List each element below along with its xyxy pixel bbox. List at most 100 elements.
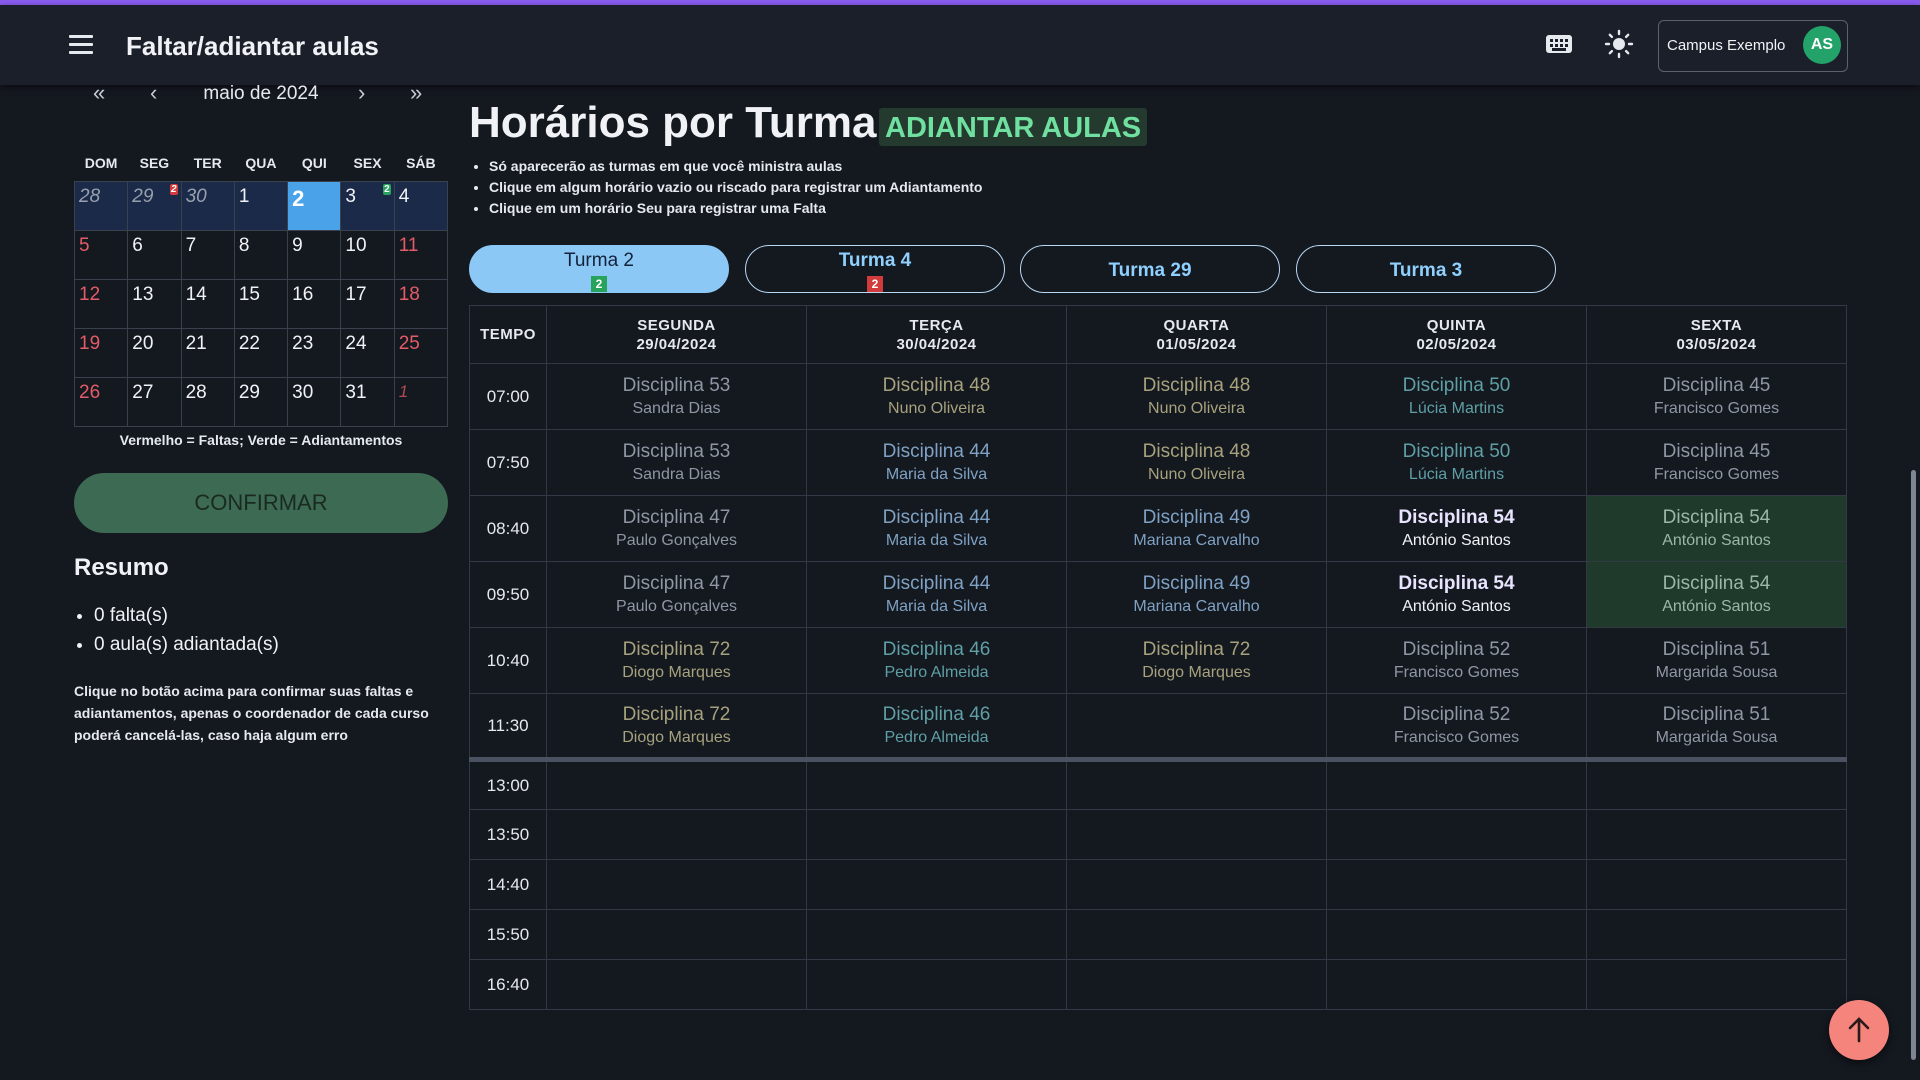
advanced-class-slot[interactable]: Disciplina 54 António Santos [1586, 495, 1847, 562]
calendar-day[interactable]: 30 [287, 377, 342, 427]
tab-turma-4[interactable]: Turma 4 2 [745, 245, 1005, 293]
empty-slot[interactable] [1586, 757, 1847, 810]
calendar-day[interactable]: 9 [287, 230, 342, 280]
empty-slot[interactable] [1586, 909, 1847, 960]
calendar-day[interactable]: 30 [180, 181, 235, 231]
empty-slot[interactable] [1586, 809, 1847, 860]
class-slot[interactable]: Disciplina 47 Paulo Gonçalves [546, 495, 807, 562]
empty-slot[interactable] [806, 959, 1067, 1010]
class-slot[interactable]: Disciplina 48 Nuno Oliveira [1066, 429, 1327, 496]
tab-turma-3[interactable]: Turma 3 [1296, 245, 1556, 293]
class-slot[interactable]: Disciplina 52 Francisco Gomes [1326, 627, 1587, 694]
class-slot[interactable]: Disciplina 50 Lúcia Martins [1326, 363, 1587, 430]
empty-slot[interactable] [1586, 959, 1847, 1010]
class-slot[interactable]: Disciplina 45 Francisco Gomes [1586, 429, 1847, 496]
class-slot[interactable]: Disciplina 52 Francisco Gomes [1326, 693, 1587, 760]
calendar-day[interactable]: 6 [127, 230, 182, 280]
calendar-day[interactable]: 11 [393, 230, 449, 280]
class-slot[interactable]: Disciplina 51 Margarida Sousa [1586, 693, 1847, 760]
calendar-day[interactable]: 20 [127, 328, 182, 378]
class-slot[interactable]: Disciplina 44 Maria da Silva [806, 495, 1067, 562]
calendar-day[interactable]: 1 [393, 377, 449, 427]
tab-turma-29[interactable]: Turma 29 [1020, 245, 1280, 293]
class-slot[interactable]: Disciplina 72 Diogo Marques [546, 627, 807, 694]
class-slot[interactable]: Disciplina 49 Mariana Carvalho [1066, 495, 1327, 562]
empty-slot[interactable] [546, 909, 807, 960]
calendar-day[interactable]: 14 [180, 279, 235, 329]
empty-slot[interactable] [546, 757, 807, 810]
class-slot[interactable]: Disciplina 51 Margarida Sousa [1586, 627, 1847, 694]
calendar-day[interactable]: 7 [180, 230, 235, 280]
class-slot[interactable]: Disciplina 48 Nuno Oliveira [806, 363, 1067, 430]
avatar[interactable]: AS [1803, 26, 1841, 64]
theme-sun-icon[interactable] [1604, 29, 1634, 59]
empty-slot[interactable] [806, 909, 1067, 960]
class-slot[interactable]: Disciplina 53 Sandra Dias [546, 363, 807, 430]
calendar-day[interactable]: 12 [73, 279, 129, 329]
calendar-day[interactable]: 8 [233, 230, 289, 280]
calendar-day[interactable]: 32 [340, 181, 395, 231]
keyboard-icon[interactable] [1546, 35, 1572, 53]
next-year-icon[interactable]: » [410, 80, 422, 106]
tab-turma-2[interactable]: Turma 2 2 [469, 245, 729, 293]
advanced-class-slot[interactable]: Disciplina 54 António Santos [1586, 561, 1847, 628]
empty-slot[interactable] [546, 859, 807, 910]
empty-slot[interactable] [1066, 859, 1327, 910]
class-slot[interactable]: Disciplina 53 Sandra Dias [546, 429, 807, 496]
calendar-day[interactable]: 29 2 [127, 181, 182, 231]
empty-slot[interactable] [1066, 959, 1327, 1010]
empty-slot[interactable] [1586, 859, 1847, 910]
own-class-slot[interactable]: Disciplina 54 António Santos [1326, 561, 1587, 628]
class-slot[interactable]: Disciplina 46 Pedro Almeida [806, 693, 1067, 760]
calendar-day[interactable]: 19 [73, 328, 129, 378]
calendar-day[interactable]: 26 [73, 377, 129, 427]
empty-slot[interactable] [806, 859, 1067, 910]
calendar-day[interactable]: 24 [340, 328, 395, 378]
calendar-day[interactable]: 4 [393, 181, 449, 231]
class-slot[interactable]: Disciplina 44 Maria da Silva [806, 561, 1067, 628]
class-slot[interactable]: Disciplina 72 Diogo Marques [1066, 627, 1327, 694]
calendar-day[interactable]: 23 [287, 328, 342, 378]
empty-slot[interactable] [546, 809, 807, 860]
class-slot[interactable]: Disciplina 50 Lúcia Martins [1326, 429, 1587, 496]
empty-slot[interactable] [806, 757, 1067, 810]
campus-selector[interactable]: Campus Exemplo AS [1658, 20, 1848, 72]
empty-slot[interactable] [1326, 959, 1587, 1010]
empty-slot[interactable] [1066, 757, 1327, 810]
empty-slot[interactable] [1066, 909, 1327, 960]
class-slot[interactable]: Disciplina 72 Diogo Marques [546, 693, 807, 760]
calendar-day-today[interactable]: 2 [287, 181, 342, 231]
empty-slot[interactable] [1066, 809, 1327, 860]
class-slot[interactable]: Disciplina 47 Paulo Gonçalves [546, 561, 807, 628]
class-slot[interactable]: Disciplina 44 Maria da Silva [806, 429, 1067, 496]
next-month-icon[interactable]: › [358, 80, 365, 106]
calendar-day[interactable]: 15 [233, 279, 289, 329]
calendar-day[interactable]: 28 [73, 181, 129, 231]
calendar-day[interactable]: 25 [393, 328, 449, 378]
calendar-day[interactable]: 28 [180, 377, 235, 427]
class-slot[interactable]: Disciplina 46 Pedro Almeida [806, 627, 1067, 694]
empty-slot[interactable] [546, 959, 807, 1010]
empty-slot[interactable] [1326, 909, 1587, 960]
calendar-day[interactable]: 21 [180, 328, 235, 378]
empty-slot[interactable] [1066, 693, 1327, 760]
calendar-day[interactable]: 10 [340, 230, 395, 280]
calendar-day[interactable]: 29 [233, 377, 289, 427]
empty-slot[interactable] [806, 809, 1067, 860]
empty-slot[interactable] [1326, 757, 1587, 810]
calendar-day[interactable]: 27 [127, 377, 182, 427]
hamburger-menu-icon[interactable] [69, 35, 93, 55]
class-slot[interactable]: Disciplina 49 Mariana Carvalho [1066, 561, 1327, 628]
calendar-day[interactable]: 13 [127, 279, 182, 329]
empty-slot[interactable] [1326, 809, 1587, 860]
empty-slot[interactable] [1326, 859, 1587, 910]
calendar-day[interactable]: 31 [340, 377, 395, 427]
calendar-day[interactable]: 18 [393, 279, 449, 329]
calendar-day[interactable]: 17 [340, 279, 395, 329]
calendar-day[interactable]: 16 [287, 279, 342, 329]
class-slot[interactable]: Disciplina 45 Francisco Gomes [1586, 363, 1847, 430]
confirm-button[interactable]: CONFIRMAR [74, 473, 448, 533]
own-class-slot[interactable]: Disciplina 54 António Santos [1326, 495, 1587, 562]
scroll-to-top-button[interactable] [1829, 1000, 1889, 1060]
class-slot[interactable]: Disciplina 48 Nuno Oliveira [1066, 363, 1327, 430]
